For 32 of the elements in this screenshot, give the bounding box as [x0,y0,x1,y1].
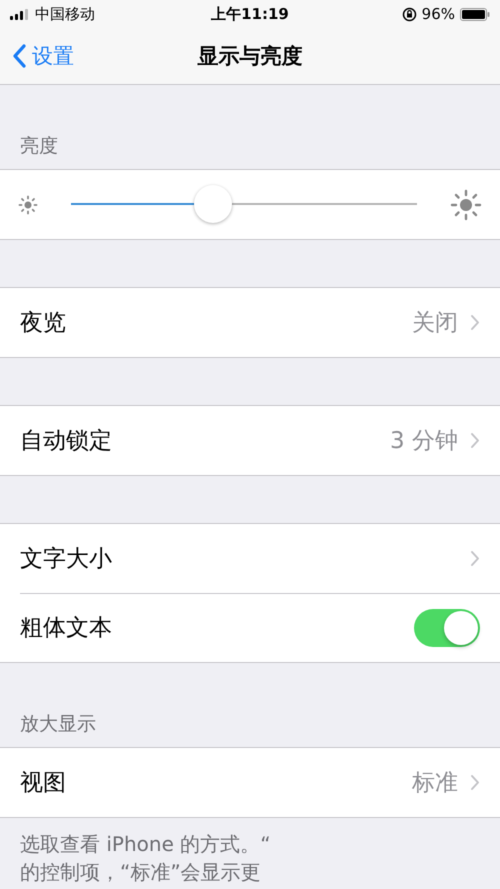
footer-text: 的控制项，“标准”会显示更 [20,859,262,886]
chevron-right-icon [470,774,480,791]
row-label: 文字大小 [20,545,112,574]
signal-icon [10,8,30,20]
page-title: 显示与亮度 [198,43,302,70]
row-value: 标准 [412,769,458,798]
row-label: 视图 [20,769,66,798]
toggle-switch[interactable] [414,608,480,646]
section-header: 放大显示 [20,712,96,737]
row-label: 自动锁定 [20,427,112,456]
section-header: 亮度 [20,134,58,159]
large-sun-icon [450,188,482,220]
settings-row[interactable]: 自动锁定 3 分钟 [0,406,500,475]
chevron-right-icon [470,550,480,567]
row-value: 3 分钟 [390,427,458,456]
back-button[interactable]: 设置 [0,42,74,70]
battery-icon [460,8,490,20]
chevron-left-icon [12,44,26,68]
chevron-right-icon [470,314,480,331]
row-label: 粗体文本 [20,614,112,643]
row-label: 夜览 [20,309,66,338]
small-sun-icon [18,194,38,214]
carrier-name: 中国移动 [35,4,95,24]
row-value: 关闭 [412,309,458,338]
battery-percent: 96% [422,5,455,23]
settings-row[interactable]: 视图 标准 [0,748,500,817]
status-time: 上午11:19 [211,4,289,24]
settings-row[interactable]: 夜览 关闭 [0,288,500,357]
settings-row[interactable]: 文字大小 [0,524,500,593]
rotation-lock-icon [402,6,417,22]
footer-text: 选取查看 iPhone 的方式。“ [20,831,272,858]
chevron-right-icon [470,432,480,449]
